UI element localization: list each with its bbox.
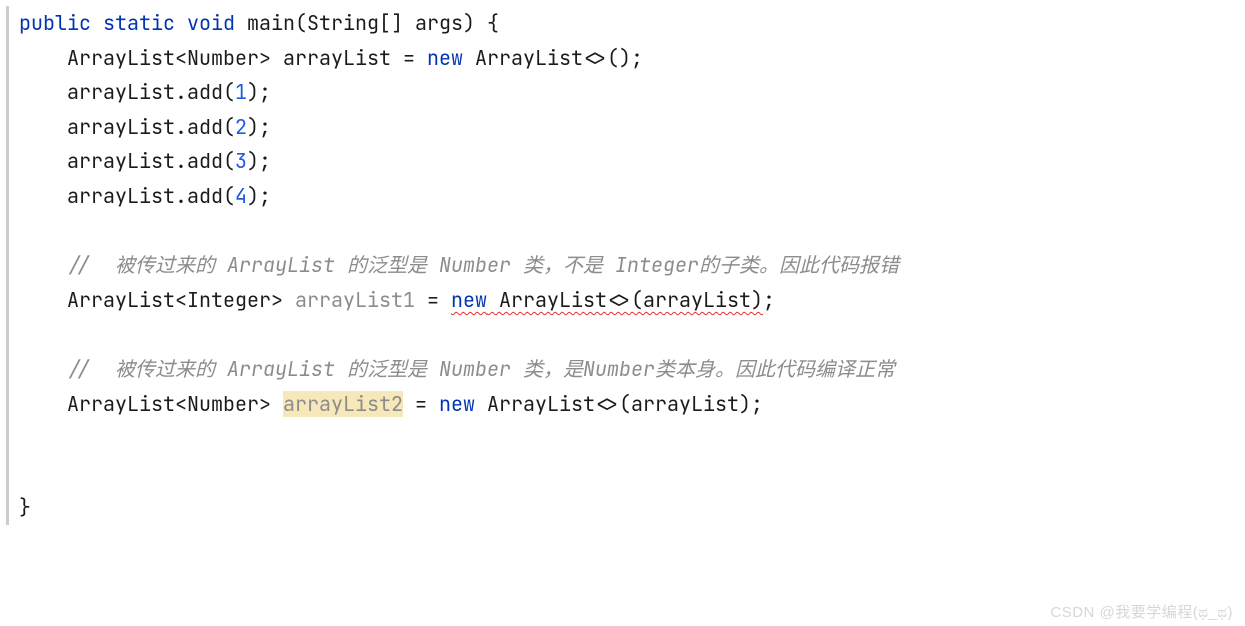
constructor: ArrayList<>(); <box>463 45 643 71</box>
code-line-decl1: ArrayList<Number> arrayList = new ArrayL… <box>19 41 1245 76</box>
code-line-blank <box>19 421 1245 456</box>
code-line-signature: public static void main(String[] args) { <box>19 6 1245 41</box>
code-line-blank <box>19 456 1245 491</box>
method-name: main <box>247 10 295 36</box>
code-block: public static void main(String[] args) {… <box>6 6 1245 525</box>
code-line-comment2: // 被传过来的 ArrayList 的泛型是 Number 类，是Number… <box>19 352 1245 387</box>
type: ArrayList<Integer> <box>67 287 283 313</box>
code-line-add3: arrayList.add(3); <box>19 144 1245 179</box>
code-line-add4: arrayList.add(4); <box>19 179 1245 214</box>
keyword-static: static <box>103 10 175 36</box>
paren-open: ( <box>295 10 307 36</box>
number-literal: 1 <box>235 79 247 105</box>
call-post: ); <box>247 183 271 209</box>
keyword-public: public <box>19 10 91 36</box>
param-type: String[] <box>307 10 403 36</box>
code-line-close-brace: } <box>19 490 1245 525</box>
call-post: ); <box>247 114 271 140</box>
var-name-highlighted: arrayList2 <box>283 391 403 417</box>
type: ArrayList<Number> <box>67 45 271 71</box>
keyword-new: new <box>439 391 475 417</box>
call-pre: arrayList.add( <box>67 114 235 140</box>
code-line-decl3: ArrayList<Number> arrayList2 = new Array… <box>19 387 1245 422</box>
call-pre: arrayList.add( <box>67 148 235 174</box>
keyword-new-error: new <box>451 287 487 313</box>
number-literal: 4 <box>235 183 247 209</box>
keyword-new: new <box>427 45 463 71</box>
type: ArrayList<Number> <box>67 391 271 417</box>
call-post: ); <box>247 148 271 174</box>
number-literal: 2 <box>235 114 247 140</box>
call-post: ); <box>247 79 271 105</box>
watermark-text: CSDN @我要学编程(ಥ_ಥ) <box>1050 601 1233 622</box>
call-pre: arrayList.add( <box>67 183 235 209</box>
code-line-blank <box>19 214 1245 249</box>
number-literal: 3 <box>235 148 247 174</box>
code-line-comment1: // 被传过来的 ArrayList 的泛型是 Number 类，不是 Inte… <box>19 248 1245 283</box>
semicolon: ; <box>763 287 775 313</box>
comment-text: // 被传过来的 ArrayList 的泛型是 Number 类，是Number… <box>67 356 895 382</box>
paren-close-brace: ) { <box>463 10 499 36</box>
code-line-add2: arrayList.add(2); <box>19 110 1245 145</box>
param-name: args <box>415 10 463 36</box>
keyword-void: void <box>187 10 235 36</box>
code-line-blank <box>19 317 1245 352</box>
code-line-add1: arrayList.add(1); <box>19 75 1245 110</box>
comment-text: // 被传过来的 ArrayList 的泛型是 Number 类，不是 Inte… <box>67 252 899 278</box>
var-name-unused: arrayList1 <box>295 287 415 313</box>
code-line-decl2: ArrayList<Integer> arrayList1 = new Arra… <box>19 283 1245 318</box>
constructor-error: ArrayList<>(arrayList) <box>487 287 763 313</box>
var-name: arrayList <box>283 45 391 71</box>
constructor: ArrayList<>(arrayList); <box>475 391 763 417</box>
call-pre: arrayList.add( <box>67 79 235 105</box>
